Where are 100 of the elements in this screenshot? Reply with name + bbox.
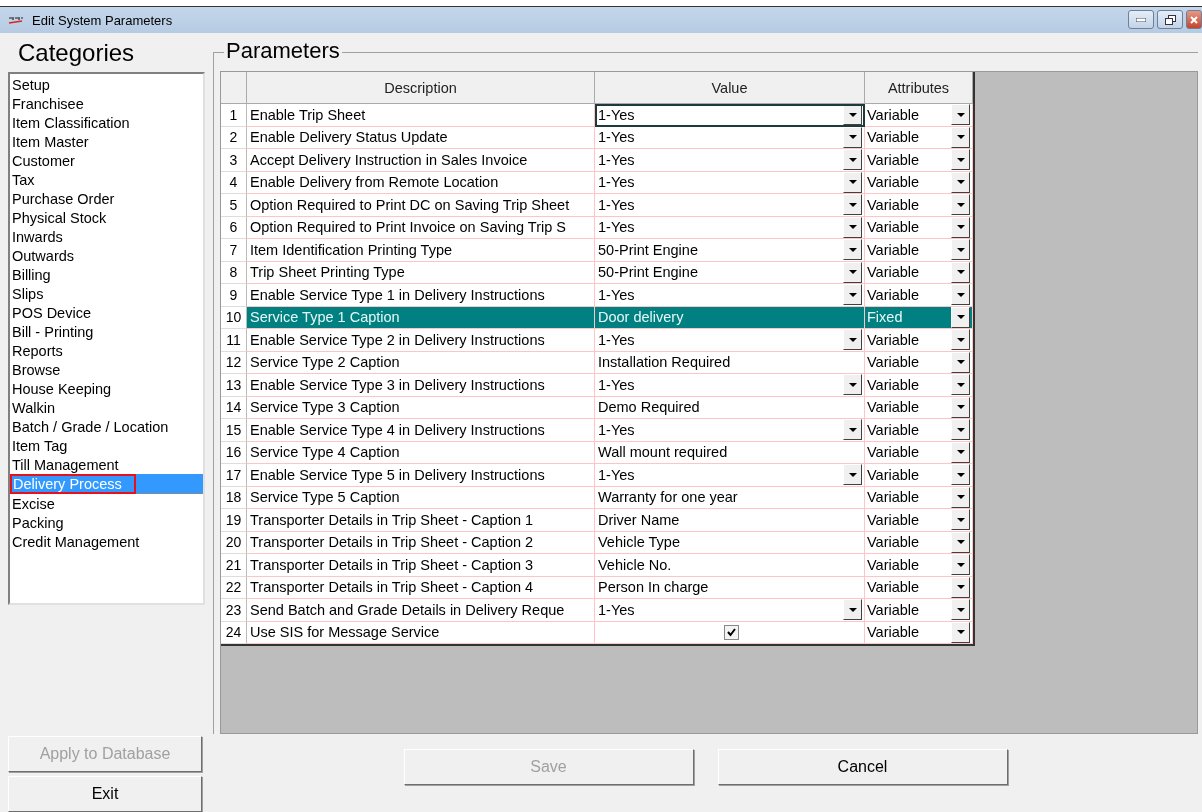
category-item[interactable]: Bill - Printing: [10, 322, 203, 341]
dropdown-button[interactable]: [951, 239, 970, 261]
category-item[interactable]: Item Tag: [10, 436, 203, 455]
value-dropdown[interactable]: 1-Yes: [595, 149, 865, 172]
dropdown-button[interactable]: [951, 216, 970, 238]
category-item[interactable]: Purchase Order: [10, 189, 203, 208]
category-item[interactable]: POS Device: [10, 303, 203, 322]
dropdown-button[interactable]: [843, 599, 862, 621]
attribute-dropdown[interactable]: Variable: [865, 284, 973, 307]
category-item[interactable]: Browse: [10, 360, 203, 379]
attribute-dropdown[interactable]: Variable: [865, 554, 973, 577]
value-dropdown[interactable]: 1-Yes: [595, 464, 865, 487]
attribute-dropdown[interactable]: Variable: [865, 441, 973, 464]
attribute-dropdown[interactable]: Variable: [865, 599, 973, 622]
attribute-dropdown[interactable]: Variable: [865, 576, 973, 599]
dropdown-button[interactable]: [951, 621, 970, 643]
value-dropdown[interactable]: 1-Yes: [595, 374, 865, 397]
minimize-button[interactable]: [1128, 10, 1154, 29]
dropdown-button[interactable]: [951, 554, 970, 576]
action-button[interactable]: Cancel: [717, 749, 1008, 785]
value-dropdown[interactable]: 1-Yes: [595, 104, 865, 127]
category-item[interactable]: Item Master: [10, 132, 203, 151]
dropdown-button[interactable]: [951, 441, 970, 463]
value-dropdown[interactable]: 50-Print Engine: [595, 239, 865, 262]
category-item[interactable]: Outwards: [10, 246, 203, 265]
value-dropdown[interactable]: 1-Yes: [595, 126, 865, 149]
value-dropdown[interactable]: 1-Yes: [595, 194, 865, 217]
dropdown-button[interactable]: [843, 284, 862, 306]
category-item[interactable]: Till Management: [10, 455, 203, 474]
category-item[interactable]: Inwards: [10, 227, 203, 246]
dropdown-button[interactable]: [843, 239, 862, 261]
dropdown-button[interactable]: [843, 149, 862, 171]
attribute-dropdown[interactable]: Variable: [865, 486, 973, 509]
dropdown-button[interactable]: [951, 194, 970, 216]
category-item[interactable]: House Keeping: [10, 379, 203, 398]
dropdown-button[interactable]: [843, 329, 862, 351]
attribute-dropdown[interactable]: Variable: [865, 239, 973, 262]
category-item[interactable]: Franchisee: [10, 94, 203, 113]
dropdown-button[interactable]: [951, 419, 970, 441]
attribute-dropdown[interactable]: Variable: [865, 261, 973, 284]
category-item[interactable]: Slips: [10, 284, 203, 303]
attribute-dropdown[interactable]: Variable: [865, 351, 973, 374]
attribute-dropdown[interactable]: Variable: [865, 374, 973, 397]
category-item[interactable]: Packing: [10, 513, 203, 532]
attribute-dropdown[interactable]: Variable: [865, 396, 973, 419]
dropdown-button[interactable]: [951, 599, 970, 621]
dropdown-button[interactable]: [843, 261, 862, 283]
dropdown-button[interactable]: [951, 374, 970, 396]
dropdown-button[interactable]: [843, 464, 862, 486]
dropdown-button[interactable]: [951, 486, 970, 508]
attribute-dropdown[interactable]: Variable: [865, 216, 973, 239]
attribute-dropdown[interactable]: Variable: [865, 531, 973, 554]
value-dropdown[interactable]: 50-Print Engine: [595, 261, 865, 284]
attribute-dropdown[interactable]: Variable: [865, 171, 973, 194]
dropdown-button[interactable]: [843, 216, 862, 238]
attribute-dropdown[interactable]: Variable: [865, 194, 973, 217]
dropdown-button[interactable]: [951, 396, 970, 418]
dropdown-button[interactable]: [951, 351, 970, 373]
dropdown-button[interactable]: [843, 419, 862, 441]
attribute-dropdown[interactable]: Variable: [865, 621, 973, 644]
attribute-dropdown[interactable]: Variable: [865, 464, 973, 487]
category-item[interactable]: Excise: [10, 494, 203, 513]
category-item[interactable]: Reports: [10, 341, 203, 360]
attribute-dropdown[interactable]: Variable: [865, 149, 973, 172]
attribute-dropdown[interactable]: Variable: [865, 419, 973, 442]
attribute-dropdown[interactable]: Variable: [865, 509, 973, 532]
dropdown-button[interactable]: [843, 374, 862, 396]
attribute-dropdown[interactable]: Variable: [865, 104, 973, 127]
category-item[interactable]: Walkin: [10, 398, 203, 417]
dropdown-button[interactable]: [951, 284, 970, 306]
dropdown-button[interactable]: [951, 329, 970, 351]
checkbox[interactable]: [723, 624, 739, 640]
restore-button[interactable]: [1157, 10, 1183, 29]
dropdown-button[interactable]: [951, 306, 970, 328]
dropdown-button[interactable]: [951, 126, 970, 148]
dropdown-button[interactable]: [951, 509, 970, 531]
category-item[interactable]: Setup: [10, 75, 203, 94]
category-item[interactable]: Physical Stock: [10, 208, 203, 227]
dropdown-button[interactable]: [951, 149, 970, 171]
dropdown-button[interactable]: [951, 171, 970, 193]
category-item[interactable]: Billing: [10, 265, 203, 284]
dropdown-button[interactable]: [951, 576, 970, 598]
dropdown-button[interactable]: [843, 171, 862, 193]
category-item[interactable]: Tax: [10, 170, 203, 189]
category-item[interactable]: Item Classification: [10, 113, 203, 132]
dropdown-button[interactable]: [843, 104, 862, 126]
category-item[interactable]: Credit Management: [10, 532, 203, 551]
value-dropdown[interactable]: 1-Yes: [595, 284, 865, 307]
dropdown-button[interactable]: [951, 104, 970, 126]
attribute-dropdown[interactable]: Variable: [865, 126, 973, 149]
dropdown-button[interactable]: [951, 261, 970, 283]
dropdown-button[interactable]: [843, 126, 862, 148]
value-dropdown[interactable]: 1-Yes: [595, 599, 865, 622]
value-dropdown[interactable]: 1-Yes: [595, 329, 865, 352]
attribute-dropdown[interactable]: Variable: [865, 329, 973, 352]
dropdown-button[interactable]: [951, 464, 970, 486]
value-dropdown[interactable]: 1-Yes: [595, 216, 865, 239]
dropdown-button[interactable]: [951, 531, 970, 553]
action-button[interactable]: Exit: [8, 776, 202, 812]
value-dropdown[interactable]: 1-Yes: [595, 171, 865, 194]
